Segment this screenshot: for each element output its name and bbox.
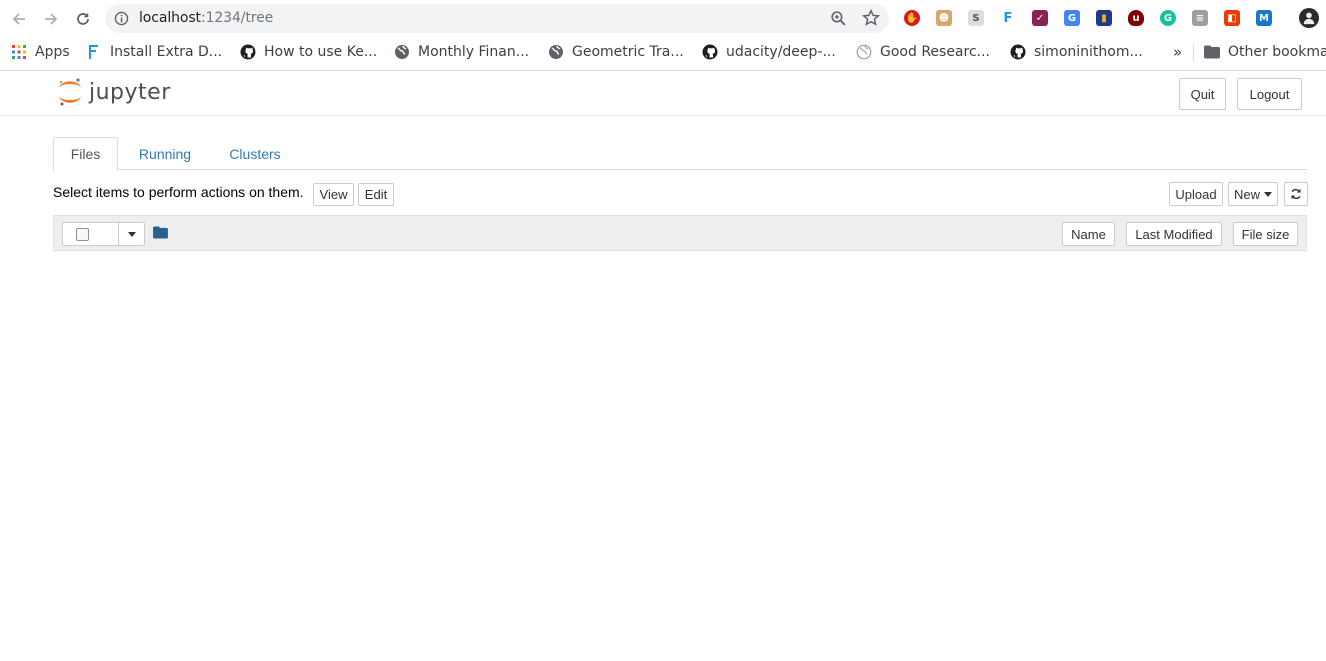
- bookmarks-divider: [1193, 44, 1194, 62]
- bookmark-item[interactable]: How to use Ke...: [240, 38, 377, 66]
- sort-file-size-button[interactable]: File size: [1233, 222, 1298, 246]
- sort-last-modified-button[interactable]: Last Modified: [1126, 222, 1222, 246]
- globe-icon: [394, 44, 410, 60]
- bookmark-label: Geometric Tra...: [572, 44, 684, 60]
- bookmark-other-folder[interactable]: Other bookma: [1204, 38, 1326, 66]
- logout-button[interactable]: Logout: [1237, 78, 1302, 110]
- view-button[interactable]: View: [313, 183, 354, 206]
- bookmark-label: How to use Ke...: [264, 44, 378, 60]
- bar-chart-icon[interactable]: ▮: [1096, 10, 1112, 26]
- flask-icon: [86, 44, 102, 60]
- reload-button[interactable]: [73, 9, 93, 29]
- jupyter-logo-icon: [59, 78, 81, 106]
- browser-toolbar: localhost:1234/tree ✋ ☻ S F ✓ G ▮ u G ≡ …: [0, 0, 1326, 38]
- bookmark-label: Apps: [35, 44, 70, 60]
- robot-face-icon[interactable]: ☻: [936, 10, 952, 26]
- folder-icon: [153, 226, 168, 239]
- adblock-icon[interactable]: ✋: [904, 10, 920, 26]
- zoom-icon[interactable]: [830, 10, 847, 27]
- info-icon[interactable]: [114, 11, 129, 26]
- arrow-right-icon: [45, 13, 58, 25]
- quit-button[interactable]: Quit: [1179, 78, 1226, 110]
- file-list-header: Name Last Modified File size: [53, 215, 1307, 251]
- jupyter-logo-text: jupyter: [89, 79, 171, 105]
- breadcrumb-home[interactable]: [153, 226, 168, 244]
- address-bar[interactable]: localhost:1234/tree: [105, 4, 889, 33]
- edit-button[interactable]: Edit: [358, 183, 394, 206]
- bookmark-item[interactable]: Geometric Tra...: [548, 38, 684, 66]
- jupyter-header: jupyter Quit Logout: [0, 71, 1326, 116]
- user-avatar-icon: [1303, 12, 1315, 25]
- back-button[interactable]: [9, 9, 29, 29]
- chevron-double-right-icon: »: [1173, 43, 1183, 61]
- ublock-icon[interactable]: u: [1128, 10, 1144, 26]
- new-dropdown-button[interactable]: New: [1228, 182, 1278, 206]
- folder-icon: [1204, 44, 1220, 60]
- f-letter-icon[interactable]: F: [1000, 10, 1016, 26]
- caret-down-icon: [128, 232, 136, 237]
- google-translate-icon[interactable]: G: [1064, 10, 1080, 26]
- s-letter-icon[interactable]: S: [968, 10, 984, 26]
- bookmarks-overflow-button[interactable]: »: [1173, 38, 1182, 66]
- selection-instructions: Select items to perform actions on them.: [53, 184, 304, 200]
- bookmark-star-icon[interactable]: [862, 9, 880, 27]
- jupyter-logo[interactable]: jupyter: [57, 77, 171, 107]
- upload-button[interactable]: Upload: [1169, 182, 1223, 206]
- arrow-left-icon: [12, 13, 25, 25]
- bookmarks-bar: Apps Install Extra D... How to use Ke...…: [0, 38, 1326, 71]
- check-grid-icon[interactable]: ✓: [1032, 10, 1048, 26]
- bookmark-label: Good Researc...: [880, 44, 991, 60]
- bookmark-label: Monthly Finan...: [418, 44, 530, 60]
- bookmark-item[interactable]: Install Extra D...: [86, 38, 222, 66]
- tab-files[interactable]: Files: [53, 137, 118, 171]
- tab-clusters[interactable]: Clusters: [218, 137, 292, 170]
- tab-bar: Files Running Clusters: [53, 137, 1307, 171]
- bookmark-item[interactable]: Monthly Finan...: [394, 38, 529, 66]
- globe-light-icon: [856, 44, 872, 60]
- globe-icon: [548, 44, 564, 60]
- reload-icon: [77, 13, 89, 25]
- bookmark-label: simoninithom...: [1034, 44, 1143, 60]
- bookmark-item[interactable]: Good Researc...: [856, 38, 990, 66]
- select-all-checkbox[interactable]: [76, 228, 89, 241]
- url-path: :1234/tree: [200, 10, 274, 26]
- url-host: localhost: [139, 10, 201, 26]
- profile-avatar[interactable]: [1299, 8, 1319, 28]
- url-text[interactable]: localhost:1234/tree: [139, 10, 273, 26]
- forward-button[interactable]: [41, 9, 61, 29]
- bookmark-item[interactable]: simoninithom...: [1010, 38, 1143, 66]
- select-menu-dropdown[interactable]: [119, 223, 145, 245]
- refresh-button[interactable]: [1284, 182, 1308, 206]
- bookmark-label: Other bookma: [1228, 44, 1326, 60]
- office-icon[interactable]: ◧: [1224, 10, 1240, 26]
- sort-name-button[interactable]: Name: [1062, 222, 1115, 246]
- github-icon: [240, 44, 256, 60]
- caret-down-icon: [1264, 191, 1273, 197]
- tab-running[interactable]: Running: [126, 137, 204, 170]
- bookmark-label: udacity/deep-...: [726, 44, 836, 60]
- reader-icon[interactable]: ≡: [1192, 10, 1208, 26]
- new-label: New: [1234, 186, 1261, 202]
- refresh-icon: [1291, 188, 1301, 200]
- bookmark-label: Install Extra D...: [110, 44, 223, 60]
- bookmark-apps[interactable]: Apps: [11, 38, 70, 66]
- select-all-group: [62, 222, 145, 246]
- github-icon: [1010, 44, 1026, 60]
- m-letter-icon[interactable]: M: [1256, 10, 1272, 26]
- grammarly-icon[interactable]: G: [1160, 10, 1176, 26]
- github-icon: [702, 44, 718, 60]
- apps-grid-icon: [11, 44, 27, 60]
- bookmark-item[interactable]: udacity/deep-...: [702, 38, 836, 66]
